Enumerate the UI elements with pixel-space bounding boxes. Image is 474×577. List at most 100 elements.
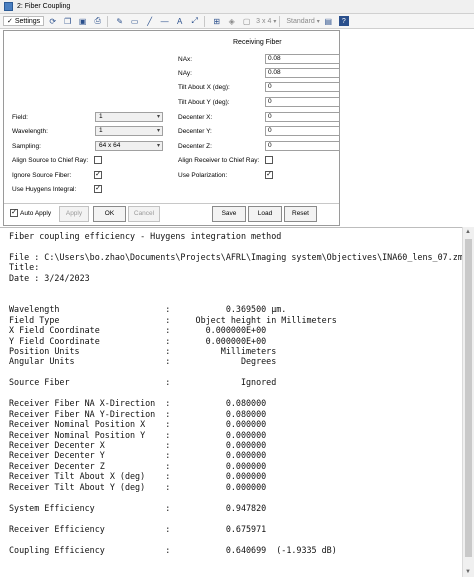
- result-line: System Efficiency : 0.947820: [9, 502, 267, 513]
- panel-divider: [4, 203, 339, 204]
- nax-field[interactable]: 0.08: [265, 54, 340, 64]
- grid-dropdown-arrow[interactable]: ▾: [273, 18, 276, 25]
- results-text-area[interactable]: Fiber coupling efficiency - Huygens inte…: [0, 227, 474, 577]
- auto-apply-checkbox[interactable]: ✓: [10, 209, 18, 217]
- sampling-select-value: 64 x 64: [99, 142, 121, 149]
- load-button[interactable]: Load: [248, 206, 282, 222]
- decenter-z-label: Decenter Z:: [178, 143, 212, 150]
- reset-button[interactable]: Reset: [284, 206, 317, 222]
- refresh-icon[interactable]: ⟳: [46, 15, 59, 28]
- standard-dropdown-arrow[interactable]: ▾: [317, 18, 320, 25]
- result-line: Receiver Tilt About Y (deg) : 0.000000: [9, 481, 267, 492]
- result-line: Title:: [9, 262, 40, 273]
- align-receiver-checkbox[interactable]: [265, 156, 273, 164]
- ok-button[interactable]: OK: [93, 206, 126, 222]
- result-line: Receiver Decenter X : 0.000000: [9, 440, 267, 450]
- tilt-x-label: Tilt About X (deg):: [178, 84, 230, 91]
- use-polarization-label: Use Polarization:: [178, 172, 228, 179]
- help-icon[interactable]: ?: [338, 16, 349, 26]
- result-line: Receiver Efficiency : 0.675971: [9, 523, 267, 534]
- wavelength-label: Wavelength:: [12, 128, 48, 135]
- toolbar-separator: [279, 15, 281, 27]
- align-source-label: Align Source to Chief Ray:: [12, 157, 89, 164]
- save-icon[interactable]: ▣: [76, 15, 89, 28]
- scrollbar-thumb[interactable]: [465, 239, 472, 557]
- copy-icon[interactable]: ❐: [61, 15, 74, 28]
- pencil-icon[interactable]: ✎: [113, 15, 126, 28]
- settings-label: Settings: [14, 17, 41, 25]
- result-line: Wavelength : 0.369500 µm.: [9, 304, 287, 315]
- standard-dropdown[interactable]: Standard: [286, 18, 314, 25]
- decenter-x-field[interactable]: 0: [265, 112, 340, 122]
- wavelength-select[interactable]: 1 ▾: [95, 126, 163, 136]
- nax-label: NAx:: [178, 56, 193, 63]
- cancel-button[interactable]: Cancel: [128, 206, 160, 222]
- apply-button[interactable]: Apply: [59, 206, 89, 222]
- align-receiver-label: Align Receiver to Chief Ray:: [178, 157, 260, 164]
- toolbar-separator: [204, 15, 206, 27]
- tilt-x-field[interactable]: 0: [265, 82, 340, 92]
- toolbar-separator: [107, 15, 109, 27]
- field-select-value: 1: [99, 113, 103, 120]
- window-icon: [4, 2, 13, 11]
- result-line: Angular Units : Degrees: [9, 356, 277, 367]
- result-line: Receiver Tilt About X (deg) : 0.000000: [9, 471, 267, 482]
- export-icon[interactable]: ⊞: [210, 15, 223, 28]
- grid-layout-dropdown[interactable]: 3 x 4: [256, 18, 271, 25]
- title-bar: 2: Fiber Coupling: [0, 0, 474, 14]
- receiving-fiber-heading: Receiving Fiber: [233, 39, 282, 46]
- result-line: Receiver Nominal Position X : 0.000000: [9, 419, 267, 430]
- result-line: Y Field Coordinate : 0.000000E+00: [9, 335, 267, 346]
- window-icon[interactable]: ▢: [240, 15, 253, 28]
- use-huygens-checkbox[interactable]: ✓: [94, 185, 102, 193]
- result-line: Receiver Fiber NA X-Direction : 0.080000: [9, 398, 267, 409]
- dash-icon[interactable]: ―: [158, 15, 171, 28]
- field-select[interactable]: 1 ▾: [95, 112, 163, 122]
- scroll-up-icon[interactable]: ▲: [465, 229, 471, 235]
- settings-panel: Receiving Fiber NAx: 0.08 NAy: 0.08 Tilt…: [3, 30, 340, 226]
- sampling-label: Sampling:: [12, 143, 41, 150]
- result-line: Fiber coupling efficiency - Huygens inte…: [9, 231, 282, 241]
- result-line: Field Type : Object height in Millimeter…: [9, 314, 337, 325]
- save-button[interactable]: Save: [212, 206, 246, 222]
- result-line: Position Units : Millimeters: [9, 345, 277, 356]
- print-icon[interactable]: ⎙: [91, 15, 104, 28]
- field-label: Field:: [12, 114, 28, 121]
- result-line: Source Fiber : Ignored: [9, 377, 277, 388]
- nay-field[interactable]: 0.08: [265, 68, 340, 78]
- vertical-scrollbar[interactable]: ▲ ▼: [462, 227, 474, 577]
- layers-icon[interactable]: ◈: [225, 15, 238, 28]
- nay-label: NAy:: [178, 70, 192, 77]
- scroll-down-icon[interactable]: ▼: [465, 569, 471, 575]
- chevron-down-icon: ▾: [156, 143, 160, 149]
- ignore-source-checkbox[interactable]: ✓: [94, 171, 102, 179]
- floppy-icon[interactable]: ▤: [322, 15, 335, 28]
- result-line: Receiver Decenter Z : 0.000000: [9, 460, 267, 471]
- decenter-y-label: Decenter Y:: [178, 128, 212, 135]
- result-line: Receiver Nominal Position Y : 0.000000: [9, 429, 267, 440]
- reset-view-icon[interactable]: ⤢: [188, 15, 201, 28]
- sampling-select[interactable]: 64 x 64 ▾: [95, 141, 163, 151]
- result-line: Receiver Fiber NA Y-Direction : 0.080000: [9, 408, 267, 419]
- auto-apply-label: Auto Apply: [20, 210, 52, 217]
- tilt-y-label: Tilt About Y (deg):: [178, 99, 230, 106]
- chevron-down-icon: ▾: [156, 114, 160, 120]
- result-line: Receiver Decenter Y : 0.000000: [9, 450, 267, 461]
- decenter-y-field[interactable]: 0: [265, 126, 340, 136]
- tilt-y-field[interactable]: 0: [265, 97, 340, 107]
- settings-button[interactable]: ✓ Settings: [3, 16, 45, 26]
- result-line: X Field Coordinate : 0.000000E+00: [9, 325, 267, 336]
- toolbar: ✓ Settings ⟳ ❐ ▣ ⎙ ✎ ▭ ╱ ― A ⤢ ⊞ ◈ ▢ 3 x…: [0, 14, 474, 29]
- result-line: File : C:\Users\bo.zhao\Documents\Projec…: [9, 251, 468, 262]
- use-polarization-checkbox[interactable]: ✓: [265, 171, 273, 179]
- wavelength-select-value: 1: [99, 127, 103, 134]
- decenter-z-field[interactable]: 0: [265, 141, 340, 151]
- align-source-checkbox[interactable]: [94, 156, 102, 164]
- decenter-x-label: Decenter X:: [178, 114, 213, 121]
- line-icon[interactable]: ╱: [143, 15, 156, 28]
- chevron-down-icon: ▾: [156, 128, 160, 134]
- text-icon[interactable]: A: [173, 15, 186, 28]
- window-title: 2: Fiber Coupling: [17, 3, 71, 10]
- rectangle-icon[interactable]: ▭: [128, 15, 141, 28]
- checkmark-icon: ✓: [7, 18, 13, 25]
